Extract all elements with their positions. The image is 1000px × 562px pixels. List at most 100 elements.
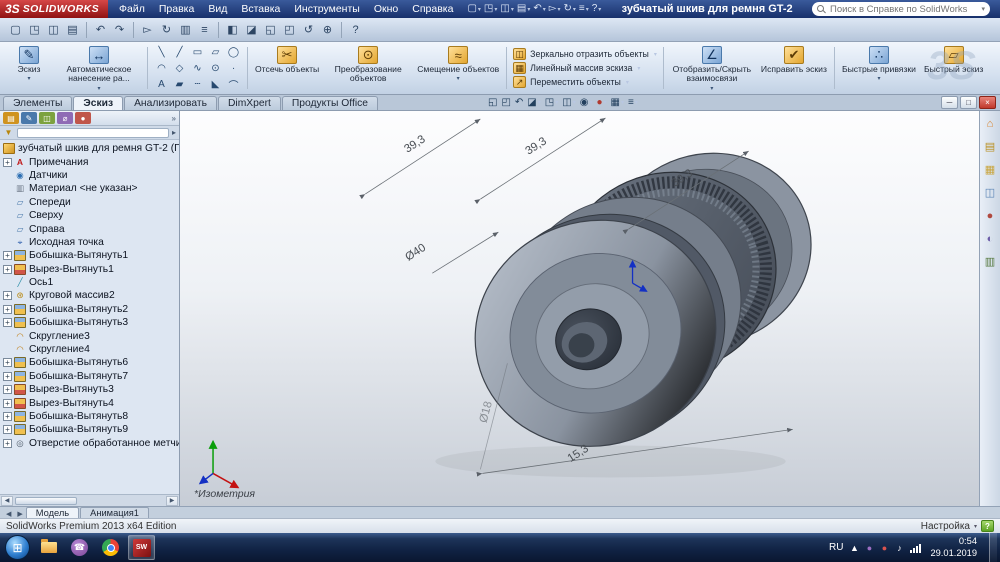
animation-tab[interactable]: Анимация1 <box>80 507 149 518</box>
tree-item[interactable]: ◠ Скругление4 <box>3 343 179 356</box>
smart-dimension-button[interactable]: ↔ Автоматическое нанесение ра... <box>54 44 144 92</box>
fillet-tool-icon[interactable]: ⌒ <box>225 77 242 92</box>
tree-item[interactable]: + Бобышка-Вытянуть3 <box>3 316 179 329</box>
explorer-taskbar-button[interactable] <box>35 535 62 560</box>
hidden-icons-button[interactable]: ▲ <box>849 543 859 553</box>
zoom-fit-icon[interactable]: ◱ <box>261 21 280 39</box>
options-button[interactable]: ≡ ▾ <box>578 2 590 16</box>
apply-scene-button[interactable]: ▦ ▾ <box>611 97 624 108</box>
chrome-taskbar-button[interactable] <box>97 535 124 560</box>
tree-filter-input[interactable] <box>17 127 169 138</box>
scroll-tabs-left[interactable]: ◀ <box>3 510 14 518</box>
rebuild-button[interactable]: ↻ ▾ <box>562 2 576 16</box>
tree-item[interactable]: + Вырез-Вытянуть4 <box>3 396 179 409</box>
previous-view-button[interactable]: ↶ <box>515 97 523 108</box>
dimxpert-manager-tab-icon[interactable]: ⌀ <box>57 112 73 124</box>
dimension-text[interactable]: 39,3 <box>402 133 427 155</box>
tree-item[interactable]: + ◎ Отверстие обработанное метчи <box>3 437 179 450</box>
expand-toggle[interactable]: + <box>3 412 12 421</box>
sketch-button[interactable]: ✎ Эскиз <box>4 44 54 92</box>
zoom-fit-button[interactable]: ◱ <box>488 97 497 108</box>
display-manager-tab-icon[interactable]: ● <box>75 112 91 124</box>
solidworks-resources-icon[interactable]: ⌂ <box>982 116 998 131</box>
polygon-tool-icon[interactable]: ◇ <box>171 61 188 76</box>
viber-tray-icon[interactable]: ● <box>864 543 874 553</box>
tab-features[interactable]: Элементы <box>3 96 73 110</box>
open-document-icon[interactable]: ◳ <box>25 21 44 39</box>
expand-toggle[interactable]: + <box>3 304 12 314</box>
tree-item[interactable]: + Бобышка-Вытянуть7 <box>3 370 179 383</box>
minimize-button[interactable]: ─ <box>941 96 958 109</box>
tab-office-products[interactable]: Продукты Office <box>281 96 378 110</box>
expand-toggle[interactable]: + <box>3 157 12 167</box>
scrollbar-thumb[interactable] <box>15 496 77 505</box>
tree-item[interactable]: + ⊛ Круговой массив2 <box>3 289 179 302</box>
expand-toggle[interactable]: + <box>3 425 12 435</box>
rebuild-icon[interactable]: ↻ <box>157 21 176 39</box>
menu-item[interactable]: Вставка <box>234 2 287 16</box>
tab-dimxpert[interactable]: DimXpert <box>217 96 281 110</box>
move-entities-button[interactable]: ↗ Переместить объекты ▾ <box>513 76 657 88</box>
expand-toggle[interactable]: + <box>3 291 12 301</box>
construction-line-icon[interactable]: ┄ <box>189 77 206 92</box>
file-properties-icon[interactable]: ▥ <box>176 21 195 39</box>
expand-toggle[interactable]: + <box>3 251 12 261</box>
view-settings-button[interactable]: ≡ ▾ <box>628 97 638 108</box>
tab-evaluate[interactable]: Анализировать <box>124 96 217 110</box>
select-icon[interactable]: ▻ <box>138 21 157 39</box>
update-tray-icon[interactable]: ● <box>879 543 889 553</box>
file-explorer-icon[interactable]: ▦ <box>982 162 998 177</box>
arc-tool-icon[interactable]: ◠ <box>153 61 170 76</box>
dimension-text[interactable]: Ø40 <box>403 242 428 264</box>
model-canvas[interactable]: 39,3 39,3 39,3 Ø40 Ø18 15,3 <box>180 111 979 506</box>
tree-item[interactable]: ▥ Материал <не указан> <box>3 182 179 195</box>
redo-icon[interactable]: ↷ <box>110 21 129 39</box>
search-dropdown-icon[interactable]: ▾ <box>981 5 985 13</box>
ellipse-tool-icon[interactable]: ⊙ <box>207 61 224 76</box>
save-button[interactable]: ◫ ▾ <box>499 2 514 16</box>
plane-tool-icon[interactable]: ▰ <box>171 77 188 92</box>
tree-item[interactable]: зубчатый шкив для ремня GT-2 (П <box>3 142 179 155</box>
tree-item[interactable]: + Бобышка-Вытянуть2 <box>3 303 179 316</box>
menu-item[interactable]: Вид <box>201 2 234 16</box>
convert-entities-button[interactable]: ⊙ Преобразование объектов <box>323 44 413 92</box>
clock[interactable]: 0:54 29.01.2019 <box>930 536 977 558</box>
tree-item[interactable]: + A Примечания <box>3 155 179 168</box>
close-button[interactable]: × <box>979 96 996 109</box>
slot-tool-icon[interactable]: ▱ <box>207 45 224 60</box>
appearances-icon[interactable]: ● <box>982 208 998 223</box>
select-button[interactable]: ▻ ▾ <box>548 2 562 16</box>
expand-toggle[interactable]: + <box>3 371 12 381</box>
custom-properties-icon[interactable]: ▥ <box>982 254 998 269</box>
centerline-tool-icon[interactable]: ╱ <box>171 45 188 60</box>
mirror-entities-button[interactable]: ◫ Зеркально отразить объекты ▾ <box>513 48 657 60</box>
expand-toggle[interactable]: + <box>3 358 12 368</box>
dimension-text[interactable]: 39,3 <box>524 135 549 157</box>
menu-item[interactable]: Правка <box>152 2 201 16</box>
design-library-icon[interactable]: ▤ <box>982 139 998 154</box>
tree-item[interactable]: + Бобышка-Вытянуть6 <box>3 356 179 369</box>
help-icon[interactable]: ? <box>346 21 365 39</box>
start-button[interactable]: ⊞ <box>5 535 30 560</box>
restore-button[interactable]: □ <box>960 96 977 109</box>
model-tab[interactable]: Модель <box>25 507 80 518</box>
spline-tool-icon[interactable]: ∿ <box>189 61 206 76</box>
line-tool-icon[interactable]: ╲ <box>153 45 170 60</box>
network-icon[interactable] <box>910 543 922 553</box>
repair-sketch-button[interactable]: ✔ Исправить эскиз <box>757 44 831 92</box>
linear-pattern-button[interactable]: ▦ Линейный массив эскиза ▾ <box>513 62 657 74</box>
edit-color-icon[interactable]: ◧ <box>223 21 242 39</box>
trim-entities-button[interactable]: ✂ Отсечь объекты <box>251 44 323 92</box>
zoom-area-icon[interactable]: ◰ <box>280 21 299 39</box>
hide-show-items-button[interactable]: ◉ ▾ <box>580 97 593 108</box>
tree-item[interactable]: + Бобышка-Вытянуть1 <box>3 249 179 262</box>
chevron-down-icon[interactable]: ▾ <box>974 523 977 530</box>
tree-item[interactable]: ◉ Датчики <box>3 169 179 182</box>
scroll-right-icon[interactable]: ▶ <box>166 495 178 506</box>
view-orientation-button[interactable]: ◳ ▾ <box>545 97 558 108</box>
panel-expand-icon[interactable]: » <box>172 114 176 123</box>
print-button[interactable]: ▤ ▾ <box>516 2 531 16</box>
scroll-tabs-right[interactable]: ▶ <box>14 510 25 518</box>
expand-toggle[interactable]: + <box>3 438 12 448</box>
feature-manager-tab-icon[interactable]: ▤ <box>3 112 19 124</box>
